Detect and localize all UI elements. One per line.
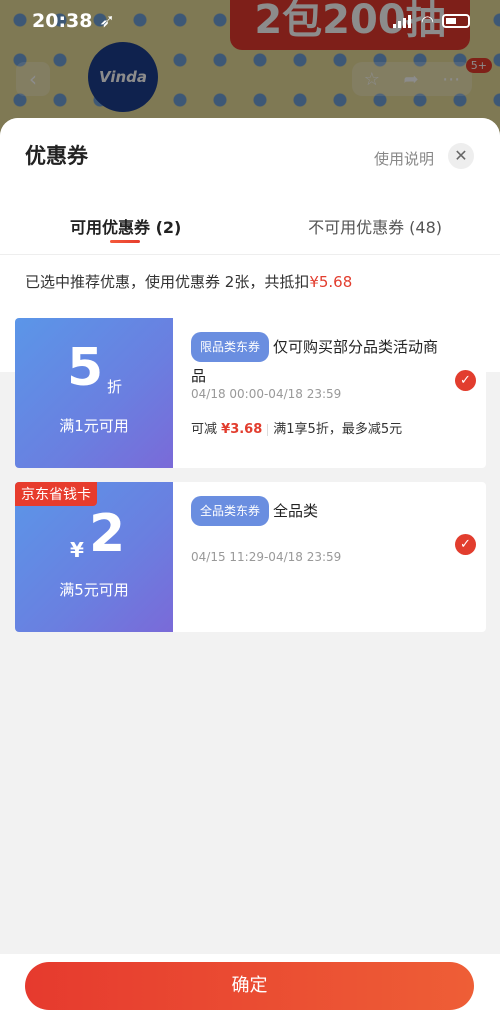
close-icon[interactable]: ✕ [448,143,474,169]
coupon-validity: 04/18 00:00-04/18 23:59 [191,387,342,401]
savings-amount: ¥3.68 [221,422,263,437]
coupon-value-panel: 京东省钱卡 ¥ 2 满5元可用 [15,482,173,632]
status-bar: 20:38 ➶ ◠ [0,0,500,44]
summary-amount: ¥5.68 [309,273,353,291]
coupon-condition: 满5元可用 [59,581,129,599]
divider [0,254,500,255]
selected-check-icon[interactable]: ✓ [455,370,476,391]
sheet-title: 优惠券 [25,144,88,168]
signal-icon [392,14,413,28]
coupon-condition: 满1元可用 [59,417,129,435]
active-tab-indicator [110,240,140,243]
coupon-value: 2 [89,504,126,564]
sheet-footer: 确定 [0,954,500,1021]
coupon-value-panel: 5 折 满1元可用 [15,318,173,468]
usage-instructions-link[interactable]: 使用说明 [374,148,434,169]
savings-label: 可减 [191,422,218,437]
savings-card-tag: 京东省钱卡 [15,482,97,506]
currency-symbol: ¥ [70,538,84,562]
coupon-savings: 可减 ¥3.68 满1享5折，最多减5元 [191,418,402,437]
separator [267,423,269,436]
battery-icon [442,14,470,28]
status-icons: ◠ [392,12,470,30]
coupon-title: 全品类东券 全品类 [191,496,451,526]
status-time: 20:38 ➶ [32,10,116,32]
coupon-details: 限品类东券 仅可购买部分品类活动商品 04/18 00:00-04/18 23:5… [189,318,444,468]
coupon-rule: 满1享5折，最多减5元 [273,422,403,437]
coupon-value: 5 [67,338,104,398]
coupon-title-text: 全品类 [273,502,319,520]
selection-summary: 已选中推荐优惠，使用优惠券 2张，共抵扣¥5.68 [25,271,352,292]
confirm-button[interactable]: 确定 [25,962,474,1010]
selected-check-icon[interactable]: ✓ [455,534,476,555]
coupon-type-chip: 全品类东券 [191,496,270,526]
coupon-unit: 折 [107,378,123,396]
tab-unavailable[interactable]: 不可用优惠券 (48) [308,214,442,238]
coupon-title: 限品类东券 仅可购买部分品类活动商品 [191,332,451,389]
coupon-card[interactable]: 京东省钱卡 ¥ 2 满5元可用 全品类东券 全品类 04/15 11:29-04/… [15,482,486,632]
wifi-icon: ◠ [420,12,434,30]
coupon-card[interactable]: 5 折 满1元可用 限品类东券 仅可购买部分品类活动商品 04/18 00:00-… [15,318,486,468]
coupon-details: 全品类东券 全品类 04/15 11:29-04/18 23:59 [189,482,444,632]
tab-available[interactable]: 可用优惠券 (2) [70,214,181,238]
coupon-validity: 04/15 11:29-04/18 23:59 [191,550,342,564]
coupon-type-chip: 限品类东券 [191,332,270,362]
summary-text: 已选中推荐优惠，使用优惠券 2张，共抵扣 [25,273,310,291]
